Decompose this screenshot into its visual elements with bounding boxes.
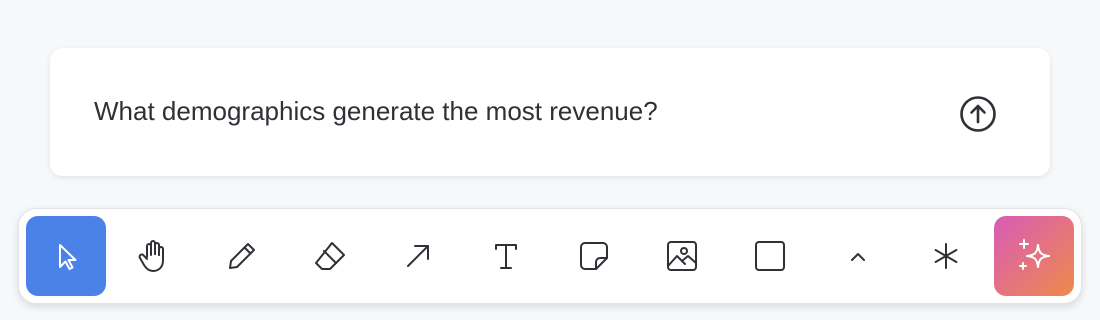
- pencil-icon: [229, 243, 255, 269]
- arrow-icon: [407, 245, 429, 267]
- tool-text-button[interactable]: [466, 216, 546, 296]
- tool-asterisk-button[interactable]: [906, 216, 986, 296]
- tool-rectangle-button[interactable]: [730, 216, 810, 296]
- text-icon: [495, 244, 517, 269]
- image-icon: [667, 241, 697, 271]
- toolbar: [18, 208, 1082, 304]
- arrow-up-circle-icon: [960, 96, 996, 132]
- submit-button[interactable]: [958, 94, 998, 134]
- tool-image-button[interactable]: [642, 216, 722, 296]
- sticky-note-icon: [580, 242, 608, 270]
- sparkles-icon: [1019, 239, 1050, 270]
- tool-more-button[interactable]: [818, 216, 898, 296]
- tool-pencil-button[interactable]: [202, 216, 282, 296]
- prompt-card: What demographics generate the most reve…: [50, 48, 1050, 176]
- asterisk-icon: [934, 243, 958, 269]
- tool-select-button[interactable]: [26, 216, 106, 296]
- chevron-up-icon: [851, 253, 865, 261]
- prompt-input[interactable]: What demographics generate the most reve…: [94, 95, 658, 127]
- hand-icon: [138, 240, 164, 272]
- square-icon: [755, 241, 785, 271]
- eraser-icon: [315, 242, 345, 270]
- tool-eraser-button[interactable]: [290, 216, 370, 296]
- cursor-icon: [59, 244, 77, 270]
- tool-sticky-note-button[interactable]: [554, 216, 634, 296]
- tool-arrow-button[interactable]: [378, 216, 458, 296]
- tool-ai-button[interactable]: [994, 216, 1074, 296]
- tool-hand-button[interactable]: [114, 216, 194, 296]
